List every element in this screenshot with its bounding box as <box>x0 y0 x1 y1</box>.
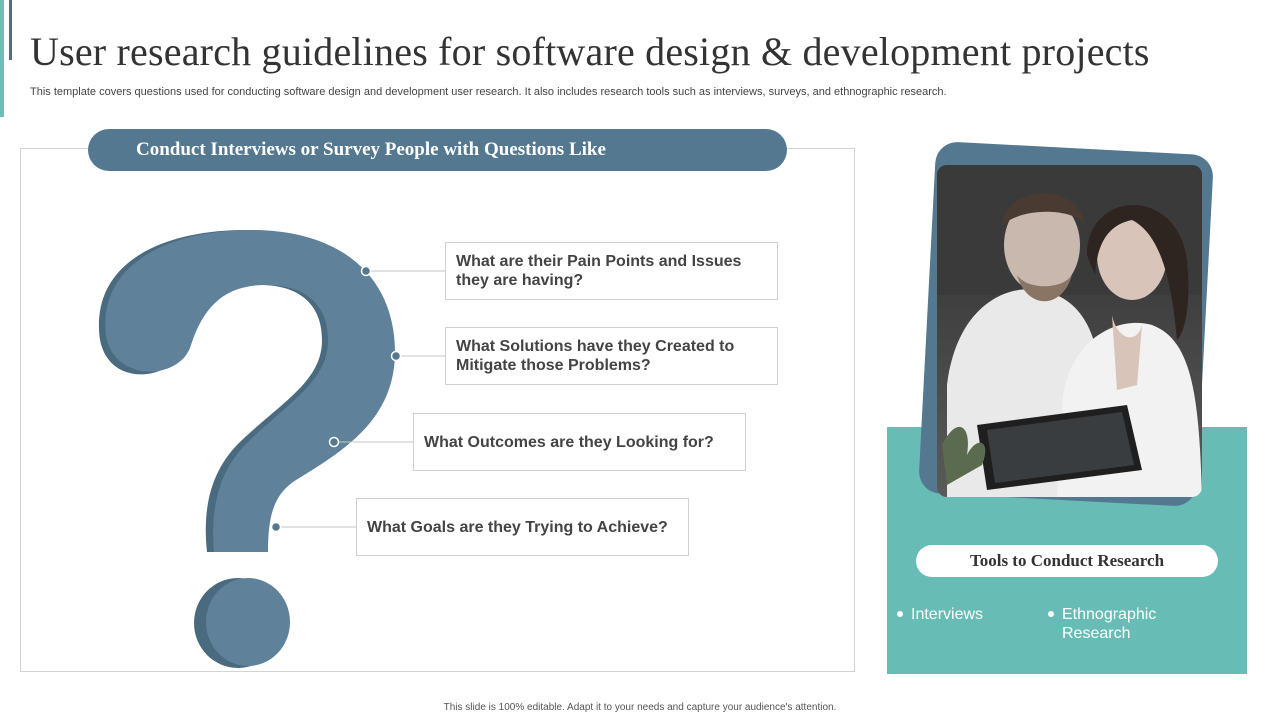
team-photo <box>937 165 1202 497</box>
questions-header: Conduct Interviews or Survey People with… <box>88 129 787 171</box>
tool-item-ethnographic: Ethnographic Research <box>1048 605 1182 643</box>
tool-label: Ethnographic Research <box>1062 606 1157 642</box>
question-box-solutions: What Solutions have they Created to Miti… <box>445 327 778 385</box>
tool-label: Interviews <box>911 606 984 623</box>
bullet-dot-icon <box>897 611 903 617</box>
question-mark-face <box>105 229 396 666</box>
question-text: What Outcomes are they Looking for? <box>424 433 714 451</box>
connector-dot <box>270 521 282 533</box>
question-box-outcomes: What Outcomes are they Looking for? <box>413 413 746 471</box>
question-box-goals: What Goals are they Trying to Achieve? <box>356 498 689 556</box>
tools-header: Tools to Conduct Research <box>916 545 1218 577</box>
connector-dot <box>390 350 402 362</box>
question-text: What Solutions have they Created to Miti… <box>456 338 735 374</box>
footer-note: This slide is 100% editable. Adapt it to… <box>443 702 837 713</box>
question-text: What are their Pain Points and Issues th… <box>456 253 742 289</box>
tool-item-interviews: Interviews <box>897 605 984 624</box>
bullet-dot-icon <box>1048 611 1054 617</box>
question-text: What Goals are they Trying to Achieve? <box>367 518 668 536</box>
connector-dot <box>360 265 372 277</box>
question-box-pain-points: What are their Pain Points and Issues th… <box>445 242 778 300</box>
connector-dot <box>328 436 340 448</box>
